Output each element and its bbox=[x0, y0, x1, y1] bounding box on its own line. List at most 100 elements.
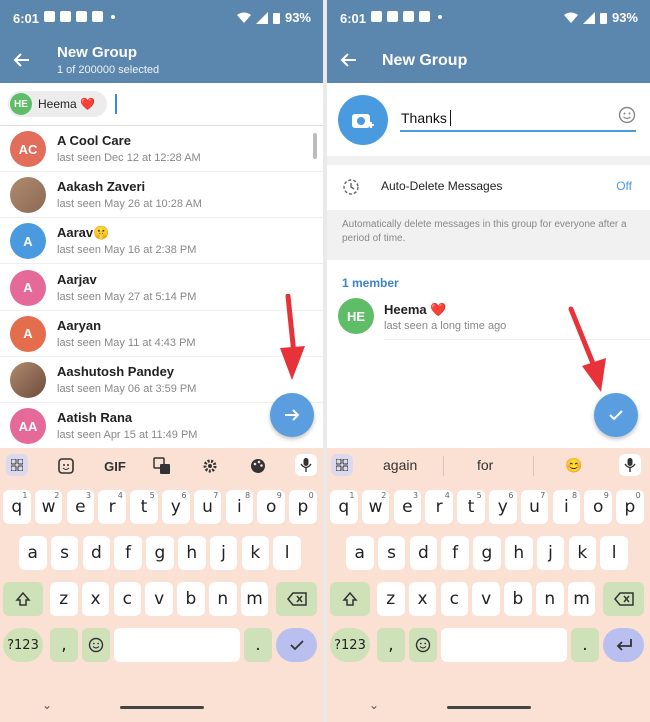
period-key[interactable]: . bbox=[244, 628, 272, 662]
auto-delete-row[interactable]: Auto-Delete Messages Off bbox=[327, 165, 650, 209]
contact-row[interactable]: Aashutosh Pandey last seen May 06 at 3:59… bbox=[0, 356, 323, 403]
contact-row[interactable]: AC A Cool Care last seen Dec 12 at 12:28 A… bbox=[0, 125, 323, 172]
backspace-key[interactable] bbox=[276, 582, 317, 616]
shift-key[interactable] bbox=[3, 582, 43, 616]
emoji-icon[interactable] bbox=[618, 106, 636, 124]
key-l[interactable]: l bbox=[273, 536, 301, 570]
group-name-field[interactable]: Thanks bbox=[400, 106, 636, 132]
key-g[interactable]: g bbox=[473, 536, 501, 570]
key-k[interactable]: k bbox=[568, 536, 597, 570]
key-c[interactable]: c bbox=[113, 582, 142, 616]
key-i[interactable]: i8 bbox=[225, 490, 254, 524]
key-j[interactable]: j bbox=[209, 536, 238, 570]
enter-key[interactable] bbox=[603, 628, 644, 662]
key-e[interactable]: e3 bbox=[393, 490, 422, 524]
key-f[interactable]: f bbox=[114, 536, 142, 570]
key-z[interactable]: z bbox=[377, 582, 405, 616]
key-w[interactable]: w2 bbox=[34, 490, 63, 524]
contact-row[interactable]: A Aarjav last seen May 27 at 5:14 PM bbox=[0, 264, 323, 311]
key-b[interactable]: b bbox=[177, 582, 205, 616]
emoji-key[interactable] bbox=[82, 628, 110, 662]
key-y[interactable]: y6 bbox=[162, 490, 190, 524]
key-a[interactable]: a bbox=[19, 536, 47, 570]
key-l[interactable]: l bbox=[600, 536, 628, 570]
symbols-key[interactable]: ?123 bbox=[330, 628, 370, 662]
key-d[interactable]: d bbox=[82, 536, 111, 570]
key-b[interactable]: b bbox=[504, 582, 532, 616]
create-group-button[interactable] bbox=[594, 393, 638, 437]
shift-key[interactable] bbox=[330, 582, 370, 616]
key-d[interactable]: d bbox=[409, 536, 438, 570]
selected-contact-chip[interactable]: HE Heema ❤️ bbox=[8, 91, 107, 117]
key-j[interactable]: j bbox=[536, 536, 565, 570]
hide-keyboard-chevron-icon[interactable]: ⌄ bbox=[42, 698, 52, 712]
microphone-icon[interactable] bbox=[619, 454, 641, 476]
key-u[interactable]: u7 bbox=[193, 490, 222, 524]
apps-grid-icon[interactable] bbox=[6, 454, 28, 476]
key-n[interactable]: n bbox=[536, 582, 564, 616]
key-a[interactable]: a bbox=[346, 536, 374, 570]
key-r[interactable]: r4 bbox=[425, 490, 453, 524]
key-x[interactable]: x bbox=[81, 582, 110, 616]
key-v[interactable]: v bbox=[145, 582, 173, 616]
contact-row[interactable]: A Aaryan last seen May 11 at 4:43 PM bbox=[0, 310, 323, 357]
translate-icon[interactable] bbox=[152, 456, 172, 476]
key-q[interactable]: q1 bbox=[330, 490, 358, 524]
sticker-icon[interactable] bbox=[56, 456, 76, 476]
symbols-key[interactable]: ?123 bbox=[3, 628, 43, 662]
key-z[interactable]: z bbox=[50, 582, 78, 616]
key-p[interactable]: p0 bbox=[289, 490, 317, 524]
key-o[interactable]: o9 bbox=[584, 490, 612, 524]
key-m[interactable]: m bbox=[567, 582, 596, 616]
key-f[interactable]: f bbox=[441, 536, 469, 570]
key-s[interactable]: s bbox=[50, 536, 79, 570]
suggestion-2[interactable]: for bbox=[477, 457, 493, 473]
key-r[interactable]: r4 bbox=[98, 490, 126, 524]
home-indicator[interactable] bbox=[120, 706, 204, 709]
contact-row[interactable]: Aakash Zaveri last seen May 26 at 10:28 A… bbox=[0, 171, 323, 219]
key-p[interactable]: p0 bbox=[616, 490, 644, 524]
key-m[interactable]: m bbox=[240, 582, 269, 616]
selected-chips[interactable]: HE Heema ❤️ bbox=[0, 83, 323, 126]
emoji-key[interactable] bbox=[409, 628, 437, 662]
microphone-icon[interactable] bbox=[295, 454, 317, 476]
back-arrow-icon[interactable] bbox=[339, 50, 359, 70]
key-y[interactable]: y6 bbox=[489, 490, 517, 524]
key-x[interactable]: x bbox=[408, 582, 437, 616]
key-t[interactable]: t5 bbox=[457, 490, 485, 524]
settings-gear-icon[interactable] bbox=[200, 456, 220, 476]
set-photo-button[interactable] bbox=[338, 95, 388, 145]
key-h[interactable]: h bbox=[178, 536, 206, 570]
key-w[interactable]: w2 bbox=[361, 490, 390, 524]
comma-key[interactable]: , bbox=[50, 628, 78, 662]
home-indicator[interactable] bbox=[447, 706, 531, 709]
key-s[interactable]: s bbox=[377, 536, 406, 570]
next-button[interactable] bbox=[270, 393, 314, 437]
spacebar-key[interactable] bbox=[114, 628, 240, 662]
key-n[interactable]: n bbox=[209, 582, 237, 616]
contact-row[interactable]: A Aarav🤫 last seen May 16 at 2:38 PM bbox=[0, 217, 323, 265]
key-k[interactable]: k bbox=[241, 536, 270, 570]
suggestion-1[interactable]: again bbox=[383, 457, 417, 473]
key-q[interactable]: q1 bbox=[3, 490, 31, 524]
key-g[interactable]: g bbox=[146, 536, 174, 570]
key-u[interactable]: u7 bbox=[520, 490, 549, 524]
key-e[interactable]: e3 bbox=[66, 490, 95, 524]
key-c[interactable]: c bbox=[440, 582, 469, 616]
backspace-key[interactable] bbox=[603, 582, 644, 616]
period-key[interactable]: . bbox=[571, 628, 599, 662]
apps-grid-icon[interactable] bbox=[331, 454, 353, 476]
key-v[interactable]: v bbox=[472, 582, 500, 616]
hide-keyboard-chevron-icon[interactable]: ⌄ bbox=[369, 698, 379, 712]
scrollbar[interactable] bbox=[313, 133, 317, 159]
suggestion-3[interactable]: 😊 bbox=[565, 457, 582, 474]
spacebar-key[interactable] bbox=[441, 628, 567, 662]
key-h[interactable]: h bbox=[505, 536, 533, 570]
done-key[interactable] bbox=[276, 628, 317, 662]
key-i[interactable]: i8 bbox=[552, 490, 581, 524]
back-arrow-icon[interactable] bbox=[12, 50, 32, 70]
palette-icon[interactable] bbox=[248, 456, 268, 476]
key-t[interactable]: t5 bbox=[130, 490, 158, 524]
key-o[interactable]: o9 bbox=[257, 490, 285, 524]
gif-button[interactable]: GIF bbox=[102, 456, 128, 476]
